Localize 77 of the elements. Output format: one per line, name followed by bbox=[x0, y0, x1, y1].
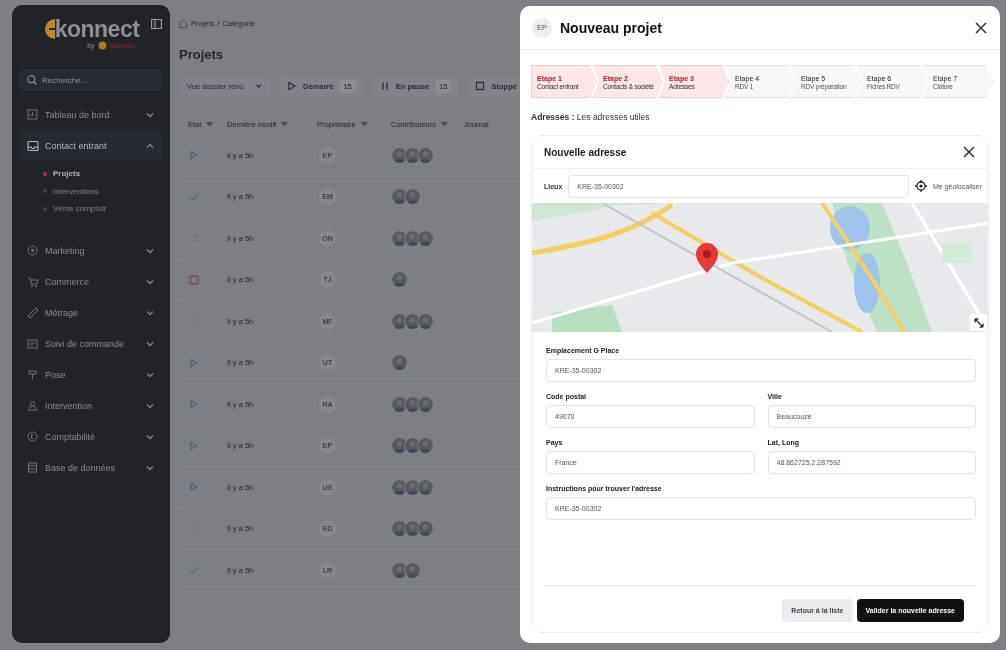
avatar bbox=[417, 229, 434, 247]
sort-caret-icon bbox=[281, 121, 289, 127]
expand-icon bbox=[973, 317, 984, 328]
sun-icon bbox=[97, 41, 107, 50]
avatar bbox=[417, 312, 434, 330]
pause-icon bbox=[188, 232, 200, 245]
avatar bbox=[404, 188, 421, 206]
nav-icon bbox=[27, 139, 39, 152]
avatar bbox=[417, 520, 434, 538]
chevron-down-icon bbox=[145, 401, 155, 411]
nav-icon bbox=[27, 276, 39, 288]
nav-icon bbox=[27, 245, 39, 257]
chevron-down-icon bbox=[145, 277, 155, 287]
chevron-down-icon bbox=[145, 432, 155, 442]
avatar bbox=[417, 395, 434, 413]
avatar bbox=[417, 478, 434, 496]
bullet-icon bbox=[43, 171, 47, 176]
pause-icon bbox=[188, 315, 200, 328]
search-field[interactable]: Recherche... bbox=[19, 69, 163, 91]
nav-item[interactable]: Pose bbox=[19, 359, 163, 391]
nav-item[interactable]: Suivi de commande bbox=[19, 328, 163, 360]
close-icon[interactable] bbox=[974, 20, 988, 35]
chevron-down-icon bbox=[145, 246, 155, 256]
nav-icon bbox=[27, 108, 39, 121]
expand-button[interactable] bbox=[970, 314, 987, 331]
nav-item[interactable]: Contact entrant bbox=[19, 130, 163, 161]
nav-icon bbox=[27, 338, 39, 350]
target-icon bbox=[914, 180, 927, 192]
chevron-down-icon bbox=[145, 463, 155, 473]
modal-title: Nouveau projet bbox=[560, 19, 663, 36]
sort-caret-icon bbox=[360, 121, 368, 127]
nav-item[interactable]: Métrage bbox=[19, 297, 163, 329]
sort-caret-icon bbox=[206, 121, 214, 127]
nav-icon bbox=[27, 307, 39, 319]
avatar bbox=[391, 271, 408, 289]
nav-item[interactable]: Marketing bbox=[19, 235, 163, 267]
home-icon bbox=[179, 18, 188, 28]
check-icon bbox=[188, 564, 200, 577]
avatar bbox=[417, 437, 434, 455]
chevron-down-icon bbox=[255, 81, 263, 91]
close-icon[interactable] bbox=[962, 145, 976, 159]
play-icon bbox=[188, 481, 200, 494]
stop-icon bbox=[188, 273, 200, 286]
card-title: Nouvelle adresse bbox=[544, 146, 627, 158]
nav-icon bbox=[27, 462, 39, 474]
section-heading: Adresses : Les adresses utiles bbox=[531, 112, 651, 122]
chevron-down-icon bbox=[145, 339, 155, 349]
chevron-down-icon bbox=[145, 370, 155, 380]
nav-icon bbox=[27, 400, 39, 412]
submenu-item[interactable]: Projets bbox=[43, 165, 163, 183]
nav-icon bbox=[27, 369, 39, 381]
play-icon bbox=[188, 356, 200, 369]
avatar bbox=[391, 354, 408, 372]
play-icon bbox=[188, 398, 200, 411]
nav-item[interactable]: Commerce bbox=[19, 266, 163, 298]
submenu-item[interactable]: Interventions bbox=[43, 182, 163, 200]
play-icon bbox=[188, 149, 200, 162]
pause-icon bbox=[379, 81, 390, 91]
submenu-item[interactable]: Vente comptoir bbox=[43, 200, 163, 218]
stop-icon bbox=[475, 81, 486, 91]
logo-text: konnect bbox=[54, 17, 140, 41]
page-title: Projets bbox=[179, 47, 225, 62]
nav-item[interactable]: Base de données bbox=[19, 452, 163, 484]
nav-item[interactable]: Comptabilité bbox=[19, 421, 163, 453]
play-icon bbox=[287, 81, 297, 91]
brand-name: kamilo bbox=[109, 41, 135, 50]
logo-icon bbox=[42, 18, 55, 40]
nav-item[interactable]: Tableau de bord bbox=[19, 99, 163, 130]
sidebar-toggle-icon[interactable] bbox=[151, 19, 162, 29]
search-icon bbox=[27, 75, 37, 85]
nav-item[interactable]: Intervention bbox=[19, 390, 163, 422]
nav-icon bbox=[27, 431, 39, 443]
avatar bbox=[417, 146, 434, 164]
play-icon bbox=[188, 439, 200, 452]
avatar bbox=[404, 561, 421, 579]
chevron-down-icon bbox=[145, 308, 155, 318]
sort-caret-icon bbox=[441, 121, 449, 127]
